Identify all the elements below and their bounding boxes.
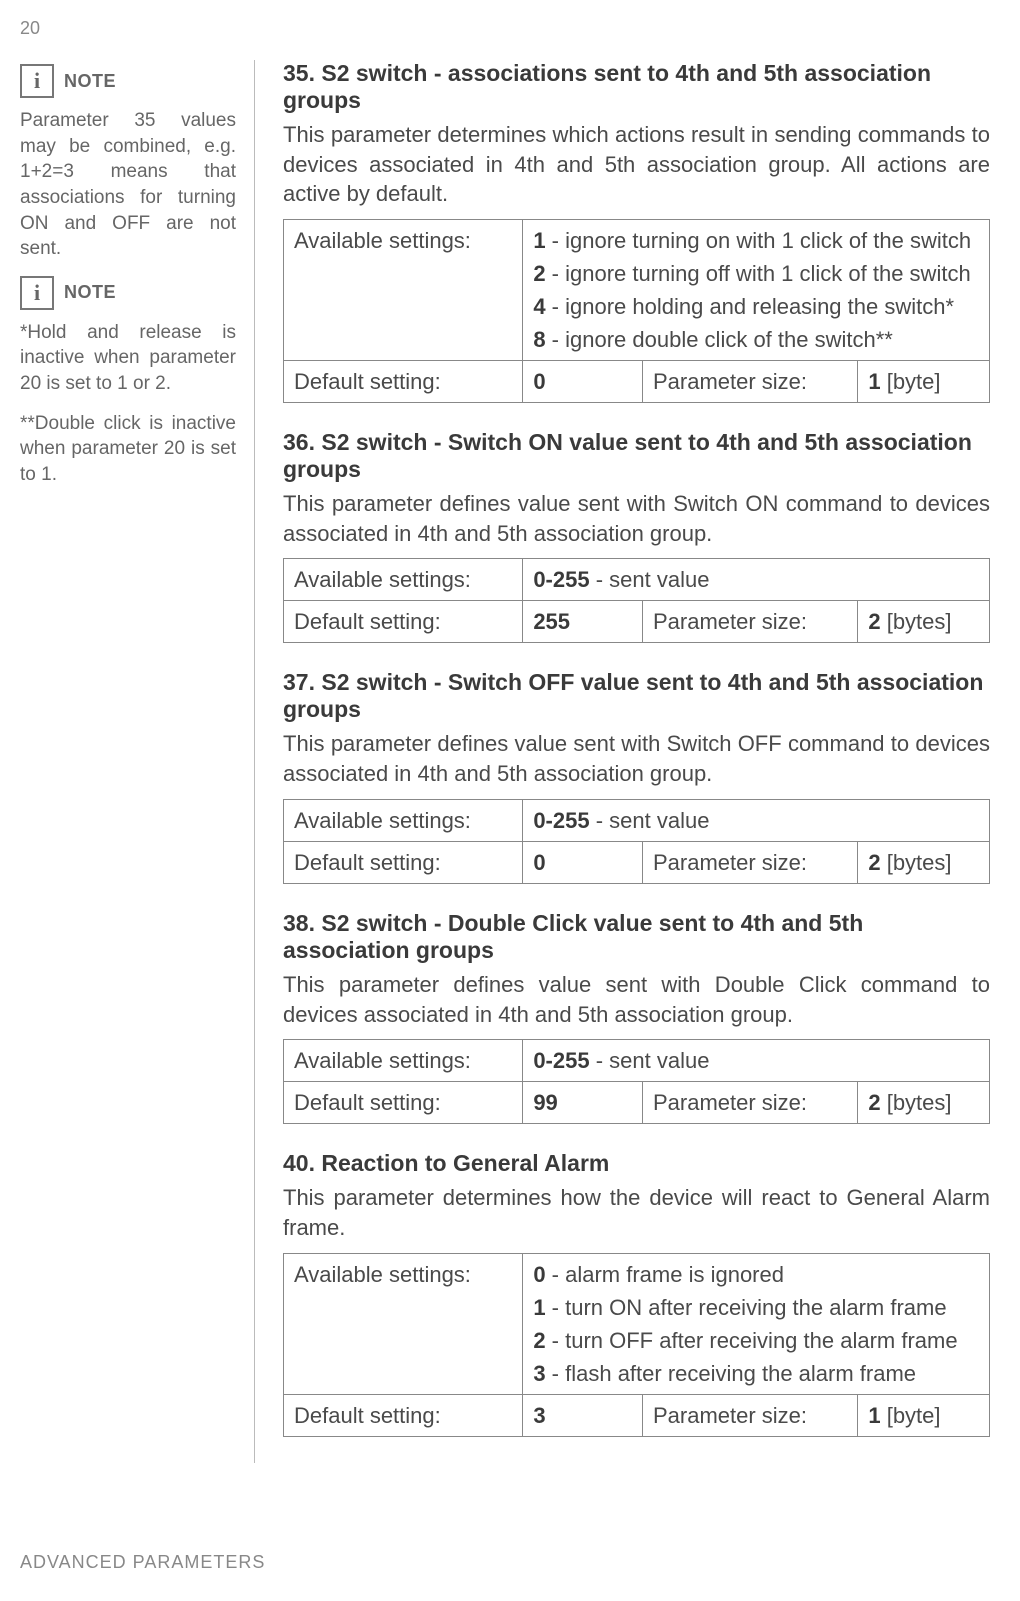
default-value: 0 [523, 361, 643, 403]
default-label: Default setting: [284, 841, 523, 883]
section-40-title: 40. Reaction to General Alarm [283, 1150, 990, 1177]
section-35-title: 35. S2 switch - associations sent to 4th… [283, 60, 990, 114]
psize-value: 2 [bytes] [858, 841, 990, 883]
page-number: 20 [20, 18, 40, 39]
table-row: Default setting: 3 Parameter size: 1 [by… [284, 1394, 990, 1436]
note-header-1: i NOTE [20, 64, 236, 98]
opt-bold: 3 [533, 1361, 545, 1386]
psize-label: Parameter size: [642, 601, 857, 643]
opt-bold: 1 [533, 228, 545, 253]
table-row: Available settings: 0-255 - sent value [284, 1040, 990, 1082]
psize-label: Parameter size: [642, 1082, 857, 1124]
side-note-2b: **Double click is inactive when paramete… [20, 411, 236, 488]
side-note-2a: *Hold and release is inactive when param… [20, 320, 236, 397]
opt-text: - alarm frame is ignored [546, 1262, 784, 1287]
avail-label: Available settings: [284, 220, 523, 361]
psize-value: 1 [byte] [858, 1394, 990, 1436]
psize-value: 2 [bytes] [858, 1082, 990, 1124]
avail-label: Available settings: [284, 799, 523, 841]
psize-label: Parameter size: [642, 361, 857, 403]
psize-label: Parameter size: [642, 841, 857, 883]
default-value: 99 [523, 1082, 643, 1124]
note-label: NOTE [64, 71, 116, 92]
info-icon: i [20, 276, 54, 310]
opt-bold: 2 [533, 1328, 545, 1353]
avail-label: Available settings: [284, 559, 523, 601]
avail-values: 0 - alarm frame is ignored 1 - turn ON a… [523, 1253, 990, 1394]
opt-bold: 1 [533, 1295, 545, 1320]
table-row: Default setting: 0 Parameter size: 2 [by… [284, 841, 990, 883]
table-row: Available settings: 0-255 - sent value [284, 799, 990, 841]
section-38-table: Available settings: 0-255 - sent value D… [283, 1039, 990, 1124]
opt-text: - ignore turning on with 1 click of the … [546, 228, 972, 253]
side-column: i NOTE Parameter 35 values may be combin… [20, 60, 255, 1463]
page-layout: i NOTE Parameter 35 values may be combin… [20, 60, 990, 1463]
avail-label: Available settings: [284, 1253, 523, 1394]
section-38-desc: This parameter defines value sent with D… [283, 970, 990, 1029]
avail-label: Available settings: [284, 1040, 523, 1082]
main-column: 35. S2 switch - associations sent to 4th… [255, 60, 990, 1463]
table-row: Available settings: 0-255 - sent value [284, 559, 990, 601]
section-35-desc: This parameter determines which actions … [283, 120, 990, 209]
table-row: Default setting: 0 Parameter size: 1 [by… [284, 361, 990, 403]
opt-text: - ignore holding and releasing the switc… [546, 294, 954, 319]
default-value: 3 [523, 1394, 643, 1436]
footer-text: ADVANCED PARAMETERS [20, 1552, 265, 1573]
opt-bold: 4 [533, 294, 545, 319]
avail-values: 1 - ignore turning on with 1 click of th… [523, 220, 990, 361]
avail-values: 0-255 - sent value [523, 1040, 990, 1082]
side-note-1: Parameter 35 values may be combined, e.g… [20, 108, 236, 262]
section-36-desc: This parameter defines value sent with S… [283, 489, 990, 548]
default-value: 0 [523, 841, 643, 883]
table-row: Available settings: 0 - alarm frame is i… [284, 1253, 990, 1394]
info-icon: i [20, 64, 54, 98]
opt-text: - turn OFF after receiving the alarm fra… [546, 1328, 958, 1353]
opt-text: - turn ON after receiving the alarm fram… [546, 1295, 947, 1320]
note-label: NOTE [64, 282, 116, 303]
opt-bold: 0 [533, 1262, 545, 1287]
default-label: Default setting: [284, 361, 523, 403]
opt-text: - ignore turning off with 1 click of the… [546, 261, 971, 286]
section-40-desc: This parameter determines how the device… [283, 1183, 990, 1242]
avail-values: 0-255 - sent value [523, 559, 990, 601]
section-37-desc: This parameter defines value sent with S… [283, 729, 990, 788]
default-label: Default setting: [284, 601, 523, 643]
opt-text: - ignore double click of the switch** [546, 327, 893, 352]
table-row: Default setting: 99 Parameter size: 2 [b… [284, 1082, 990, 1124]
table-row: Available settings: 1 - ignore turning o… [284, 220, 990, 361]
default-label: Default setting: [284, 1394, 523, 1436]
note-header-2: i NOTE [20, 276, 236, 310]
table-row: Default setting: 255 Parameter size: 2 [… [284, 601, 990, 643]
section-38-title: 38. S2 switch - Double Click value sent … [283, 910, 990, 964]
opt-bold: 2 [533, 261, 545, 286]
psize-label: Parameter size: [642, 1394, 857, 1436]
section-35-table: Available settings: 1 - ignore turning o… [283, 219, 990, 403]
psize-value: 2 [bytes] [858, 601, 990, 643]
section-36-table: Available settings: 0-255 - sent value D… [283, 558, 990, 643]
section-37-title: 37. S2 switch - Switch OFF value sent to… [283, 669, 990, 723]
section-36-title: 36. S2 switch - Switch ON value sent to … [283, 429, 990, 483]
section-37-table: Available settings: 0-255 - sent value D… [283, 799, 990, 884]
default-label: Default setting: [284, 1082, 523, 1124]
psize-value: 1 [byte] [858, 361, 990, 403]
default-value: 255 [523, 601, 643, 643]
avail-values: 0-255 - sent value [523, 799, 990, 841]
opt-text: - flash after receiving the alarm frame [546, 1361, 916, 1386]
section-40-table: Available settings: 0 - alarm frame is i… [283, 1253, 990, 1437]
opt-bold: 8 [533, 327, 545, 352]
